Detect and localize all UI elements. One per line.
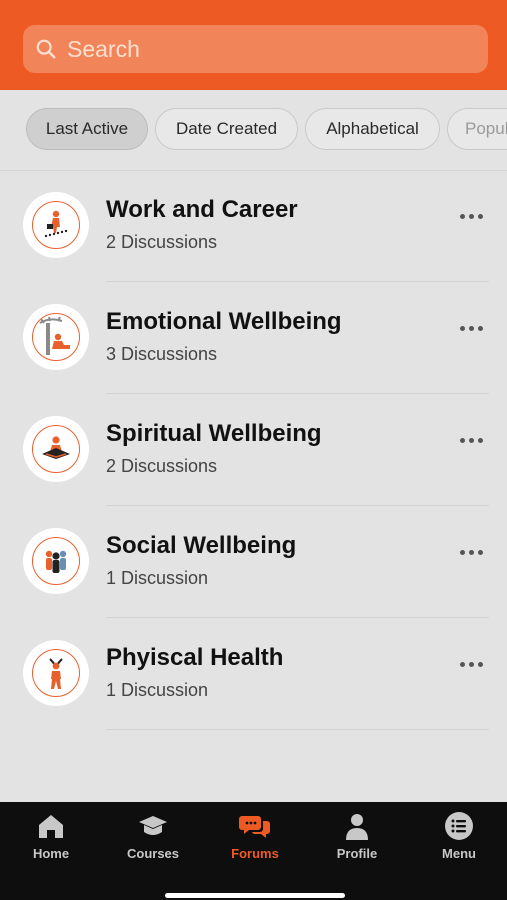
chat-bubbles-icon [239,816,270,838]
forum-list: Work and Career 2 Discussions Emotional … [0,170,507,730]
tab-label: Forums [231,846,279,861]
forum-count: 1 Discussion [106,568,209,588]
forum-title: Work and Career [106,196,298,223]
search-icon [36,39,56,59]
filter-popular[interactable]: Popular [447,108,507,150]
forum-avatar [23,304,89,370]
forum-count: 2 Discussions [106,232,218,252]
tab-forums[interactable]: Forums [205,810,305,861]
home-icon [39,815,63,838]
forum-avatar [23,640,89,706]
forum-row[interactable]: Work and Career 2 Discussions [0,170,507,282]
forum-count: 2 Discussions [106,456,218,476]
stretching-person-icon [49,658,63,689]
tab-menu[interactable]: Menu [409,810,507,861]
person-icon [346,814,368,840]
bottom-tab-bar: Home Courses Forums Profile Menu [0,802,507,900]
more-options-icon[interactable] [460,438,483,443]
tab-label: Menu [442,846,476,861]
home-indicator [165,893,345,898]
forum-title: Emotional Wellbeing [106,308,342,335]
forum-title: Social Wellbeing [106,532,297,559]
tab-courses[interactable]: Courses [103,810,203,861]
more-options-icon[interactable] [460,550,483,555]
divider [106,729,489,730]
tab-label: Profile [336,846,378,861]
forum-row[interactable]: Spiritual Wellbeing 2 Discussions [0,394,507,506]
list-icon [445,812,473,840]
forum-count: 1 Discussion [106,680,209,700]
forum-row[interactable]: Social Wellbeing 1 Discussion [0,506,507,618]
tab-home[interactable]: Home [1,810,101,861]
forum-count: 3 Discussions [106,344,218,364]
forum-title: Spiritual Wellbeing [106,420,322,447]
more-options-icon[interactable] [460,326,483,331]
forum-row[interactable]: Emotional Wellbeing 3 Discussions [0,282,507,394]
forum-avatar [23,528,89,594]
filter-alphabetical[interactable]: Alphabetical [305,108,440,150]
header: Search [0,0,507,90]
meditation-icon [42,436,70,459]
forum-avatar [23,416,89,482]
career-stairs-icon [44,210,68,238]
filter-last-active[interactable]: Last Active [26,108,148,150]
forum-avatar [23,192,89,258]
forum-title: Phyiscal Health [106,644,284,671]
filter-date-created[interactable]: Date Created [155,108,298,150]
more-options-icon[interactable] [460,214,483,219]
tab-label: Courses [126,846,180,861]
search-input[interactable]: Search [67,36,140,63]
tab-label: Home [32,846,70,861]
tree-rest-icon [39,316,70,355]
people-group-icon [45,550,67,573]
more-options-icon[interactable] [460,662,483,667]
forum-row[interactable]: Phyiscal Health 1 Discussion [0,618,507,730]
tab-profile[interactable]: Profile [307,810,407,861]
search-bar[interactable]: Search [23,25,488,73]
filter-chips: Last Active Date Created Alphabetical Po… [0,90,507,171]
graduation-cap-icon [139,816,167,835]
